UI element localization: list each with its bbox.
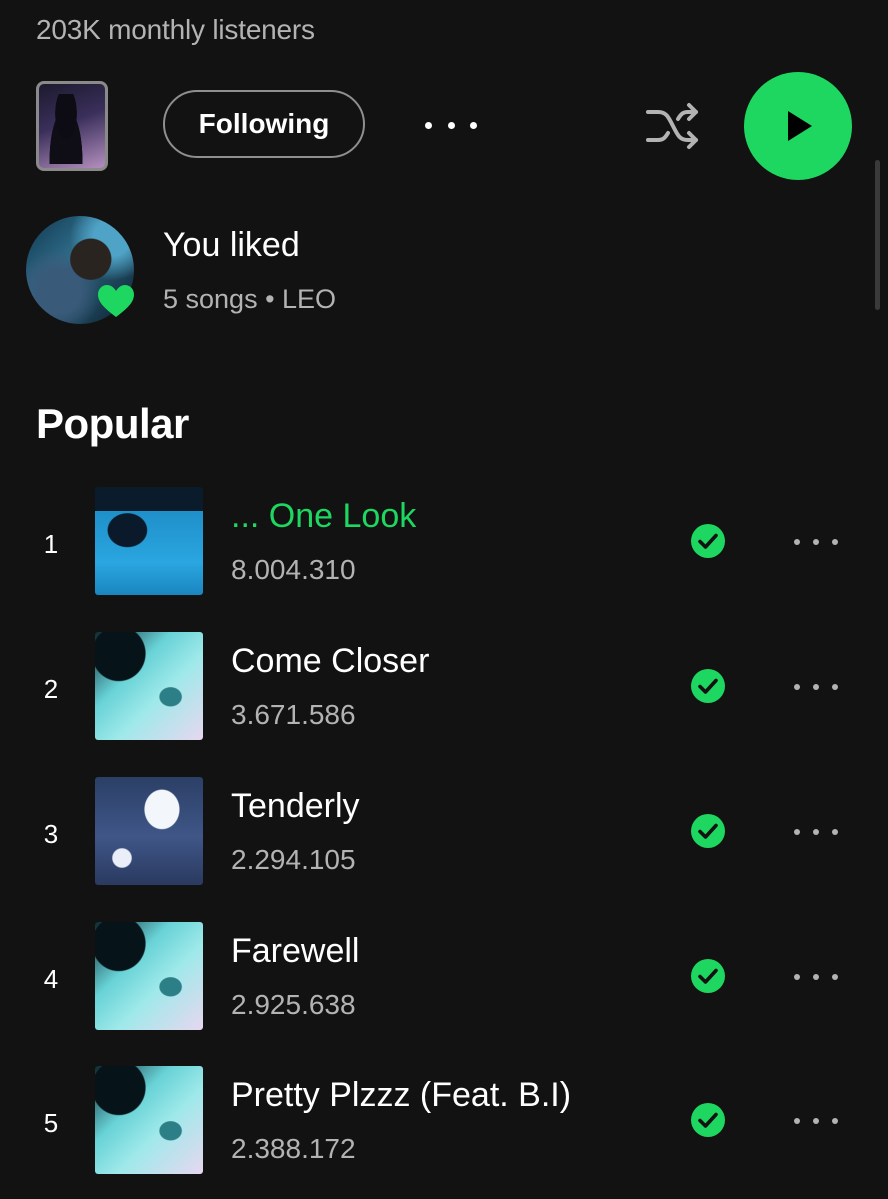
track-row[interactable]: 1 ... One Look 8.004.310 bbox=[0, 487, 888, 605]
track-play-count: 2.294.105 bbox=[231, 844, 356, 875]
monthly-listeners: 203K monthly listeners bbox=[36, 14, 315, 45]
play-icon bbox=[788, 111, 812, 141]
check-circle-icon bbox=[691, 1103, 725, 1137]
liked-title[interactable]: You liked bbox=[163, 226, 300, 265]
album-cover bbox=[95, 1066, 203, 1174]
liked-subtitle: 5 songs • LEO bbox=[163, 284, 337, 314]
track-more-icon[interactable] bbox=[794, 828, 838, 836]
track-row[interactable]: 4 Farewell 2.925.638 bbox=[0, 922, 888, 1040]
track-rank: 3 bbox=[43, 819, 59, 849]
dot bbox=[470, 121, 477, 129]
track-title: ... One Look bbox=[231, 497, 417, 535]
track-more-icon[interactable] bbox=[794, 538, 838, 546]
track-play-count: 3.671.586 bbox=[231, 699, 356, 730]
album-cover bbox=[95, 777, 203, 885]
dot bbox=[447, 121, 455, 129]
track-rank: 4 bbox=[43, 964, 59, 994]
track-rank: 1 bbox=[43, 529, 59, 559]
artist-thumbnail[interactable] bbox=[36, 81, 108, 171]
track-more-icon[interactable] bbox=[794, 973, 838, 981]
track-rank: 5 bbox=[43, 1108, 59, 1138]
track-rank: 2 bbox=[43, 674, 59, 704]
scrollbar[interactable] bbox=[875, 160, 880, 310]
check-circle-icon bbox=[691, 524, 725, 558]
track-more-icon[interactable] bbox=[794, 683, 838, 691]
track-title: Pretty Plzzz (Feat. B.I) bbox=[231, 1076, 572, 1114]
artist-silhouette bbox=[45, 94, 87, 164]
play-button[interactable] bbox=[744, 72, 852, 180]
album-cover bbox=[95, 922, 203, 1030]
following-button[interactable]: Following bbox=[163, 90, 365, 158]
track-more-icon[interactable] bbox=[794, 1117, 838, 1125]
track-play-count: 8.004.310 bbox=[231, 554, 356, 585]
heart-icon bbox=[98, 285, 134, 317]
track-play-count: 2.925.638 bbox=[231, 989, 356, 1020]
section-title-popular: Popular bbox=[36, 400, 189, 447]
track-title: Come Closer bbox=[231, 642, 430, 680]
track-title: Farewell bbox=[231, 932, 360, 970]
check-circle-icon bbox=[691, 669, 725, 703]
track-play-count: 2.388.172 bbox=[231, 1133, 356, 1164]
check-circle-icon bbox=[691, 959, 725, 993]
shuffle-icon[interactable] bbox=[644, 98, 702, 154]
check-circle-icon bbox=[691, 814, 725, 848]
track-row[interactable]: 2 Come Closer 3.671.586 bbox=[0, 632, 888, 750]
more-options-icon[interactable] bbox=[425, 110, 477, 140]
track-row[interactable]: 5 Pretty Plzzz (Feat. B.I) 2.388.172 bbox=[0, 1066, 888, 1184]
track-title: Tenderly bbox=[231, 787, 360, 825]
track-row[interactable]: 3 Tenderly 2.294.105 bbox=[0, 777, 888, 895]
dot bbox=[425, 121, 432, 129]
album-cover bbox=[95, 632, 203, 740]
album-cover bbox=[95, 487, 203, 595]
